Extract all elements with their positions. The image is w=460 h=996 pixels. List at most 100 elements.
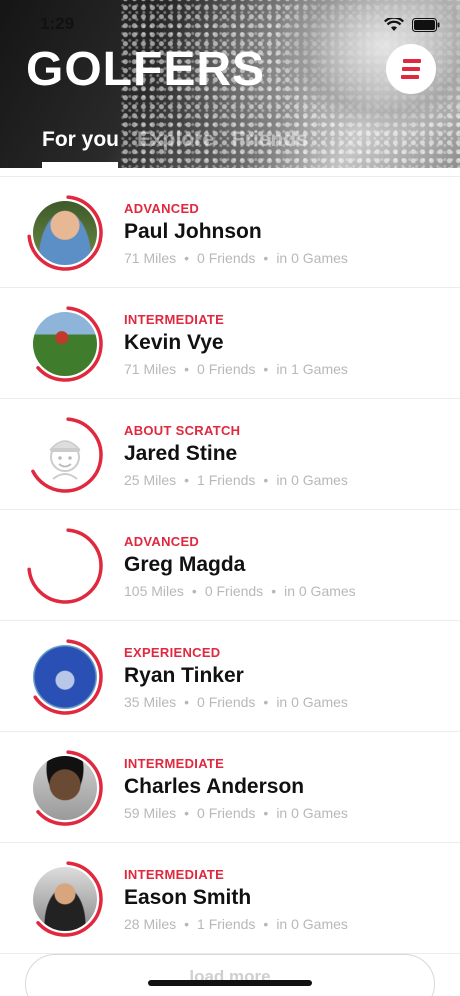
status-icons <box>384 18 440 32</box>
separator-dot: • <box>184 805 190 821</box>
avatar <box>33 645 97 709</box>
golfer-stats: 105 Miles • 0 Friends • in 0 Games <box>124 583 356 599</box>
stat-miles: 105 Miles <box>124 583 184 599</box>
avatar <box>33 756 97 820</box>
list-item[interactable]: ADVANCED Paul Johnson 71 Miles • 0 Friends • i… <box>0 176 460 288</box>
avatar-progress <box>25 637 105 717</box>
separator-dot: • <box>263 805 269 821</box>
stat-games: in 0 Games <box>276 250 348 266</box>
list-item[interactable]: ABOUT SCRATCH Jared Stine 25 Miles • 1 Frien… <box>0 399 460 510</box>
separator-dot: • <box>263 694 269 710</box>
skill-level-label: ADVANCED <box>124 201 200 216</box>
golfer-name: Ryan Tinker <box>124 664 244 687</box>
list-item[interactable]: INTERMEDIATE Kevin Vye 71 Miles • 0 Friends •… <box>0 288 460 399</box>
avatar <box>33 201 97 265</box>
stat-games: in 0 Games <box>276 472 348 488</box>
battery-icon <box>412 18 440 32</box>
avatar <box>33 867 97 931</box>
stat-games: in 1 Games <box>276 361 348 377</box>
avatar <box>33 312 97 376</box>
skill-level-label: INTERMEDIATE <box>124 312 225 327</box>
separator-dot: • <box>263 361 269 377</box>
golfer-name: Jared Stine <box>124 442 238 465</box>
avatar-progress <box>25 748 105 828</box>
separator-dot: • <box>184 694 190 710</box>
golfer-info: INTERMEDIATE Charles Anderson 59 Miles • 0 F… <box>124 756 348 821</box>
skill-level-label: ADVANCED <box>124 534 200 549</box>
stat-games: in 0 Games <box>276 694 348 710</box>
golfer-stats: 59 Miles • 0 Friends • in 0 Games <box>124 805 348 821</box>
separator-dot: • <box>184 361 190 377</box>
tab-explore[interactable]: Explore <box>137 128 214 152</box>
golfer-stats: 71 Miles • 0 Friends • in 0 Games <box>124 250 348 266</box>
golfer-info: INTERMEDIATE Kevin Vye 71 Miles • 0 Friends •… <box>124 312 348 377</box>
menu-icon-bar <box>401 75 419 79</box>
menu-icon-bar <box>402 67 420 71</box>
stat-miles: 59 Miles <box>124 805 177 821</box>
menu-icon <box>403 59 421 63</box>
golfer-name: Eason Smith <box>124 886 252 909</box>
list-item[interactable]: INTERMEDIATE Charles Anderson 59 Miles • 0 F… <box>0 732 460 843</box>
skill-level-label: INTERMEDIATE <box>124 867 225 882</box>
separator-dot: • <box>263 250 269 266</box>
stat-games: in 0 Games <box>276 916 348 932</box>
avatar-progress <box>25 859 105 939</box>
menu-button[interactable] <box>386 44 436 94</box>
tab-friends[interactable]: Friends <box>232 128 308 152</box>
list-item[interactable]: INTERMEDIATE Eason Smith 28 Miles • 1 Friend… <box>0 843 460 954</box>
golfer-info: ADVANCED Greg Magda 105 Miles • 0 Friends • in… <box>124 534 356 599</box>
tab-bar: For you Explore Friends <box>42 128 308 152</box>
stat-friends: 0 Friends <box>197 250 256 266</box>
header-banner: 1:29 GOLFERS For you Explore Friends <box>0 0 460 168</box>
separator-dot: • <box>263 472 269 488</box>
golfer-placeholder-icon <box>33 423 97 487</box>
avatar-progress <box>25 415 105 495</box>
golfer-list: ADVANCED Paul Johnson 71 Miles • 0 Friends • i… <box>0 176 460 954</box>
load-more-button[interactable]: load more <box>25 954 435 996</box>
golfer-stats: 28 Miles • 1 Friends • in 0 Games <box>124 916 348 932</box>
stat-friends: 0 Friends <box>204 583 264 599</box>
golfer-stats: 71 Miles • 0 Friends • in 1 Games <box>124 361 348 377</box>
golfer-info: EXPERIENCED Ryan Tinker 35 Miles • 0 Friends… <box>124 645 348 710</box>
skill-level-label: EXPERIENCED <box>124 645 221 660</box>
stat-friends: 0 Friends <box>197 694 256 710</box>
golfer-name: Charles Anderson <box>124 775 305 798</box>
golfer-name: Kevin Vye <box>124 331 224 354</box>
page-title: GOLFERS <box>26 43 266 96</box>
status-time: 1:29 <box>40 14 75 33</box>
stat-miles: 71 Miles <box>124 361 177 377</box>
list-item[interactable]: ADVANCED Greg Magda 105 Miles • 0 Friends • in… <box>0 510 460 621</box>
separator-dot: • <box>184 916 190 932</box>
skill-level-label: ABOUT SCRATCH <box>124 423 241 438</box>
stat-friends: 0 Friends <box>197 361 256 377</box>
golfer-info: ABOUT SCRATCH Jared Stine 25 Miles • 1 Frien… <box>124 423 348 488</box>
stat-games: in 0 Games <box>284 583 356 599</box>
stat-miles: 71 Miles <box>124 250 177 266</box>
golfer-stats: 35 Miles • 0 Friends • in 0 Games <box>124 694 348 710</box>
wifi-icon <box>384 18 404 32</box>
separator-dot: • <box>191 583 197 599</box>
stat-friends: 1 Friends <box>197 472 256 488</box>
tab-for-you[interactable]: For you <box>42 128 119 152</box>
avatar-progress <box>25 193 105 273</box>
golfer-stats: 25 Miles • 1 Friends • in 0 Games <box>124 472 348 488</box>
separator-dot: • <box>271 583 277 599</box>
home-indicator <box>148 980 312 986</box>
active-tab-indicator <box>42 162 118 168</box>
golfer-info: ADVANCED Paul Johnson 71 Miles • 0 Friends • i… <box>124 201 348 266</box>
stat-games: in 0 Games <box>276 805 348 821</box>
golfer-name: Greg Magda <box>124 553 246 576</box>
stat-friends: 1 Friends <box>197 916 256 932</box>
skill-progress-arc <box>27 528 103 604</box>
stat-miles: 28 Miles <box>124 916 177 932</box>
stat-miles: 35 Miles <box>124 694 177 710</box>
list-item[interactable]: EXPERIENCED Ryan Tinker 35 Miles • 0 Friends… <box>0 621 460 732</box>
separator-dot: • <box>184 472 190 488</box>
stat-friends: 0 Friends <box>197 805 256 821</box>
skill-progress-ring <box>27 528 103 604</box>
separator-dot: • <box>263 916 269 932</box>
avatar-progress <box>25 304 105 384</box>
golfer-name: Paul Johnson <box>124 220 262 243</box>
separator-dot: • <box>184 250 190 266</box>
skill-level-label: INTERMEDIATE <box>124 756 225 771</box>
